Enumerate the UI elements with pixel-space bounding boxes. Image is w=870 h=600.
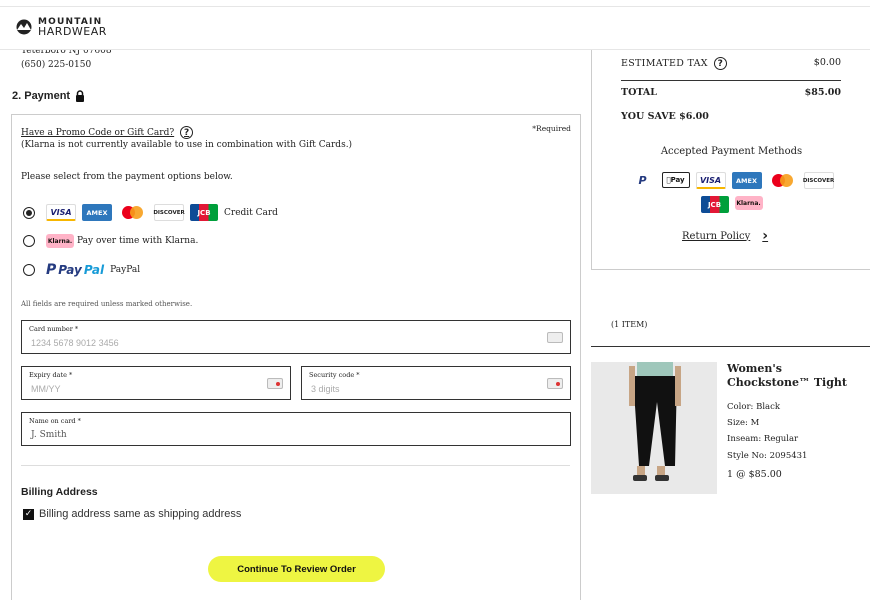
expiry-label: Expiry date * [29,371,73,379]
payment-methods-row-2: JCB Klarna. [592,196,870,213]
product-style: Style No: 2095431 [727,451,808,461]
discover-icon: DISCOVER [803,172,834,189]
total-divider [621,80,841,81]
paypal-icon: P [638,173,647,187]
shipping-phone: (650) 225-0150 [21,60,92,70]
section-divider [21,465,570,466]
promo-link[interactable]: Have a Promo Code or Gift Card? ? [21,126,194,139]
brand-logo[interactable]: MOUNTAIN HARDWEAR [14,17,107,37]
card-number-input[interactable]: 1234 5678 9012 3456 [31,338,119,348]
required-note: *Required [532,124,571,133]
expiry-input[interactable]: MM/YY [31,384,61,394]
mountain-logo-icon [16,19,32,35]
total-label: TOTAL [621,87,657,98]
visa-icon: VISA [46,204,76,221]
tax-value: $0.00 [813,57,841,68]
credit-card-label: Credit Card [224,207,278,218]
accepted-methods-title: Accepted Payment Methods [660,146,803,157]
apple-pay-icon: Pay [661,172,690,188]
payment-option-klarna[interactable]: Klarna. Pay over time with Klarna. [23,234,198,248]
order-summary: ESTIMATED TAX ? $0.00 TOTAL $85.00 YOU S… [591,40,870,270]
tax-label: ESTIMATED TAX [621,58,708,69]
visa-icon: VISA [695,172,726,189]
name-on-card-field[interactable]: Name on card * J. Smith [21,412,571,446]
payment-form: Have a Promo Code or Gift Card? ? *Requi… [11,114,581,600]
jcb-icon: JCB [190,204,218,221]
discover-icon: DISCOVER [153,204,185,221]
lock-icon [76,90,85,102]
product-name[interactable]: Women's Chockstone™ Tight [727,362,867,390]
amex-icon: AMEX [82,204,112,221]
card-number-field[interactable]: Card number * 1234 5678 9012 3456 [21,320,571,354]
card-icon [547,332,563,343]
checkbox-checked-icon[interactable]: ✓ [23,508,34,520]
card-expiry-icon [267,378,283,389]
klarna-icon: Klarna. [46,234,74,248]
payment-option-paypal[interactable]: P Pay Pal PayPal [23,262,140,278]
checkout-main: Teterboro NJ 07608 (650) 225-0150 2. Pay… [0,0,590,600]
jcb-icon: JCB [700,196,729,213]
product-qty-price: 1 @ $85.00 [727,469,782,480]
payment-methods-row: P Pay VISA AMEX DISCOVER [592,172,870,189]
you-save-row: YOU SAVE $6.00 [621,111,841,122]
total-row: TOTAL $85.00 [621,87,841,98]
name-on-card-input[interactable]: J. Smith [31,430,67,440]
return-policy-text[interactable]: Return Policy [682,231,750,242]
product-size: Size: M [727,418,760,428]
mastercard-icon [768,172,798,189]
payment-option-credit-card[interactable]: VISA AMEX DISCOVER JCB Credit Card [23,204,278,221]
security-code-field[interactable]: Security code * 3 digits [301,366,571,400]
payment-title-text: 2. Payment [12,90,71,102]
product-color: Color: Black [727,402,781,412]
billing-same-label: Billing address same as shipping address [39,508,242,520]
help-icon[interactable]: ? [180,126,194,139]
mastercard-icon [118,204,148,221]
product-photo [591,362,717,494]
fields-note: All fields are required unless marked ot… [21,300,193,308]
klarna-label: Pay over time with Klarna. [77,236,199,246]
security-code-label: Security code * [309,371,360,379]
paypal-icon: P Pay Pal [46,262,105,278]
estimated-tax-row: ESTIMATED TAX ? $0.00 [621,57,841,70]
security-code-input[interactable]: 3 digits [311,384,340,394]
card-number-label: Card number * [29,325,79,333]
amex-icon: AMEX [731,172,762,189]
radio-paypal[interactable] [23,264,35,276]
brand-line2: HARDWEAR [38,25,107,38]
continue-to-review-button[interactable]: Continue To Review Order [208,556,385,582]
return-policy-link[interactable]: Return Policy › [682,228,768,244]
help-icon[interactable]: ? [713,57,727,70]
cart-item-count: (1 ITEM) [611,320,648,329]
payment-section-title: 2. Payment [12,90,85,102]
expiry-date-field[interactable]: Expiry date * MM/YY [21,366,291,400]
product-inseam: Inseam: Regular [727,434,799,444]
billing-address-title: Billing Address [21,486,98,498]
klarna-note: (Klarna is not currently available to us… [21,140,353,150]
you-save-text: YOU SAVE $6.00 [621,111,709,122]
radio-klarna[interactable] [23,235,35,247]
site-header: MOUNTAIN HARDWEAR [0,6,870,50]
payment-select-prompt: Please select from the payment options b… [21,172,233,182]
product-image[interactable] [591,362,717,494]
cart-divider [591,346,870,347]
name-on-card-label: Name on card * [29,417,81,425]
billing-same-checkbox-row[interactable]: ✓ Billing address same as shipping addre… [23,508,241,520]
paypal-label: PayPal [110,265,141,275]
card-cvv-icon [547,378,563,389]
promo-link-text[interactable]: Have a Promo Code or Gift Card? [21,128,174,138]
total-value: $85.00 [804,87,841,98]
klarna-icon: Klarna. [734,196,763,210]
radio-credit-card[interactable] [23,206,35,219]
chevron-right-icon: › [762,228,769,244]
